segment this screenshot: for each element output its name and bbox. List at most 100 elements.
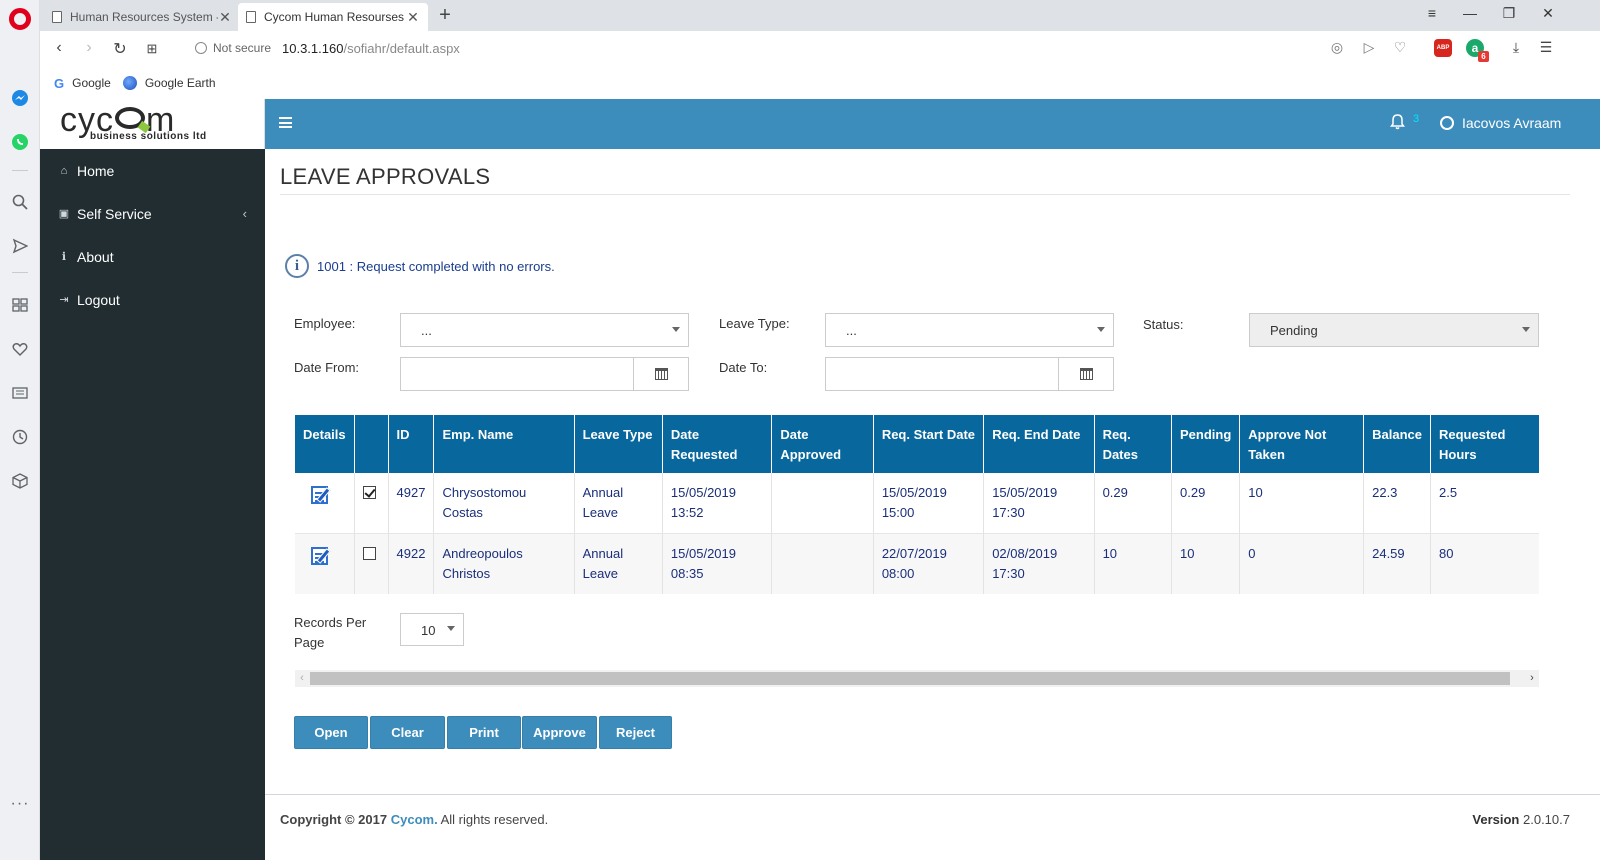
calendar-button[interactable]	[1058, 358, 1113, 390]
divider	[12, 272, 28, 273]
open-button[interactable]: Open	[294, 716, 368, 749]
close-window-button[interactable]: ✕	[1538, 5, 1558, 22]
edit-icon[interactable]	[311, 483, 333, 505]
scrollbar-thumb[interactable]	[310, 672, 1510, 685]
abp-label: ABP	[1436, 45, 1450, 51]
date-from-field[interactable]	[400, 357, 689, 391]
version-value: 2.0.10.7	[1523, 812, 1570, 827]
main-content: LEAVE APPROVALS i 1001 : Request complet…	[265, 149, 1600, 794]
employee-select[interactable]: ...	[400, 313, 689, 347]
forward-icon[interactable]: ›	[79, 39, 99, 57]
row-checkbox[interactable]	[362, 547, 376, 560]
chevron-down-icon	[447, 626, 455, 631]
search-icon[interactable]	[10, 192, 30, 212]
messenger-icon[interactable]	[10, 88, 30, 108]
url-field[interactable]: 10.3.1.160/sofiahr/default.aspx	[282, 41, 460, 56]
news-icon[interactable]	[10, 383, 30, 403]
emp-name-cell: Andreopoulos Christos	[433, 533, 575, 594]
browser-tab-active[interactable]: Cycom Human Resourses 2 ✕	[238, 3, 428, 31]
column-header: Emp. Name	[433, 415, 575, 473]
minimize-button[interactable]: —	[1460, 5, 1480, 21]
sidebar-item-logout[interactable]: ⇥ Logout	[40, 278, 265, 321]
date-approved-cell	[771, 533, 874, 594]
bookmark-google[interactable]: G Google	[54, 76, 111, 91]
employee-value: ...	[421, 322, 432, 338]
sidebar-item-label: Logout	[77, 291, 120, 308]
url-path: /sofiahr/default.aspx	[343, 41, 460, 56]
opera-logo-icon[interactable]	[9, 8, 31, 30]
horizontal-scrollbar[interactable]: ‹ ›	[295, 670, 1539, 687]
close-icon[interactable]: ✕	[218, 9, 232, 26]
scroll-left-icon[interactable]: ‹	[295, 670, 309, 687]
edit-icon[interactable]	[311, 544, 333, 566]
browser-tab-bar: Human Resources System - ✕ Cycom Human R…	[40, 0, 1600, 31]
info-icon: i	[285, 254, 309, 278]
row-checkbox[interactable]	[362, 486, 376, 499]
status-label: Status:	[1143, 317, 1184, 332]
bookmark-google-earth[interactable]: Google Earth	[122, 76, 216, 90]
table-header-row: Details ID Emp. Name Leave Type Date Req…	[295, 415, 1539, 473]
print-button[interactable]: Print	[447, 716, 521, 749]
approve-not-taken-cell: 0	[1239, 533, 1365, 594]
leave-type-cell: Annual Leave	[574, 473, 663, 534]
table-row[interactable]: 4927 Chrysostomou Costas Annual Leave 15…	[295, 473, 1539, 534]
approve-not-taken-cell: 10	[1239, 473, 1365, 534]
sidebar-item-label: Self Service	[77, 205, 152, 222]
leave-type-select[interactable]: ...	[825, 313, 1114, 347]
column-header: Req. Dates	[1094, 415, 1173, 473]
send-icon[interactable]: ▷	[1359, 39, 1379, 56]
sidebar-item-self-service[interactable]: ▣ Self Service ‹	[40, 192, 265, 235]
extensions-icon[interactable]	[10, 471, 30, 491]
date-to-field[interactable]	[825, 357, 1114, 391]
column-header: Requested Hours	[1430, 415, 1539, 473]
new-tab-button[interactable]: +	[434, 4, 456, 27]
close-icon[interactable]: ✕	[406, 9, 420, 26]
heart-icon[interactable]: ♡	[1390, 39, 1410, 56]
heart-icon[interactable]	[10, 339, 30, 359]
whatsapp-icon[interactable]	[10, 132, 30, 152]
approve-button[interactable]: Approve	[522, 716, 597, 749]
copyright-prefix: Copyright © 2017	[280, 812, 391, 827]
sidebar-item-about[interactable]: ℹ About	[40, 235, 265, 278]
scroll-right-icon[interactable]: ›	[1525, 670, 1539, 687]
bell-icon[interactable]	[1390, 114, 1405, 135]
start-date-cell: 15/05/2019 15:00	[873, 473, 985, 534]
clear-button[interactable]: Clear	[370, 716, 445, 749]
user-menu[interactable]: Iacovos Avraam	[1440, 115, 1561, 131]
company-link[interactable]: Cycom.	[391, 812, 438, 827]
copyright: Copyright © 2017 Cycom. All rights reser…	[280, 812, 548, 827]
history-icon[interactable]	[10, 427, 30, 447]
leave-type-label: Leave Type:	[719, 316, 790, 331]
reject-button[interactable]: Reject	[599, 716, 672, 749]
status-select[interactable]: Pending	[1249, 313, 1539, 347]
speed-dial-icon[interactable]	[10, 295, 30, 315]
requested-hours-cell: 2.5	[1430, 473, 1539, 534]
details-cell	[295, 533, 355, 594]
column-header: ID	[388, 415, 435, 473]
table-row[interactable]: 4922 Andreopoulos Christos Annual Leave …	[295, 533, 1539, 594]
camera-icon[interactable]: ◎	[1327, 39, 1347, 56]
chevron-down-icon	[1097, 327, 1105, 332]
speed-dial-icon[interactable]: ⊞	[142, 41, 162, 57]
back-icon[interactable]: ‹	[49, 39, 69, 57]
date-requested-cell: 15/05/2019 08:35	[662, 533, 773, 594]
adblock-extension-icon[interactable]: ABP	[1434, 39, 1452, 57]
sidebar-item-home[interactable]: ⌂ Home	[40, 149, 265, 192]
self-service-icon: ▣	[58, 208, 70, 220]
extension-a-icon[interactable]: a6	[1466, 39, 1489, 62]
menu-toggle-icon[interactable]	[279, 117, 292, 128]
maximize-button[interactable]: ❐	[1499, 5, 1519, 22]
reload-icon[interactable]: ↻	[110, 39, 130, 59]
security-indicator[interactable]: Not secure	[195, 41, 271, 55]
app-logo[interactable]: cyc m business solutions ltd	[40, 99, 265, 149]
records-per-page-select[interactable]: 10	[400, 613, 464, 646]
calendar-button[interactable]	[633, 358, 688, 390]
send-icon[interactable]	[10, 236, 30, 256]
settings-icon[interactable]: ☰	[1536, 39, 1556, 56]
tab-menu-icon[interactable]: ≡	[1422, 5, 1442, 21]
download-icon[interactable]: ⤓	[1506, 39, 1526, 56]
more-icon[interactable]: ···	[10, 794, 30, 814]
browser-tab[interactable]: Human Resources System - ✕	[44, 3, 240, 31]
column-header: Leave Type	[574, 415, 663, 473]
column-header: Date Approved	[771, 415, 874, 473]
